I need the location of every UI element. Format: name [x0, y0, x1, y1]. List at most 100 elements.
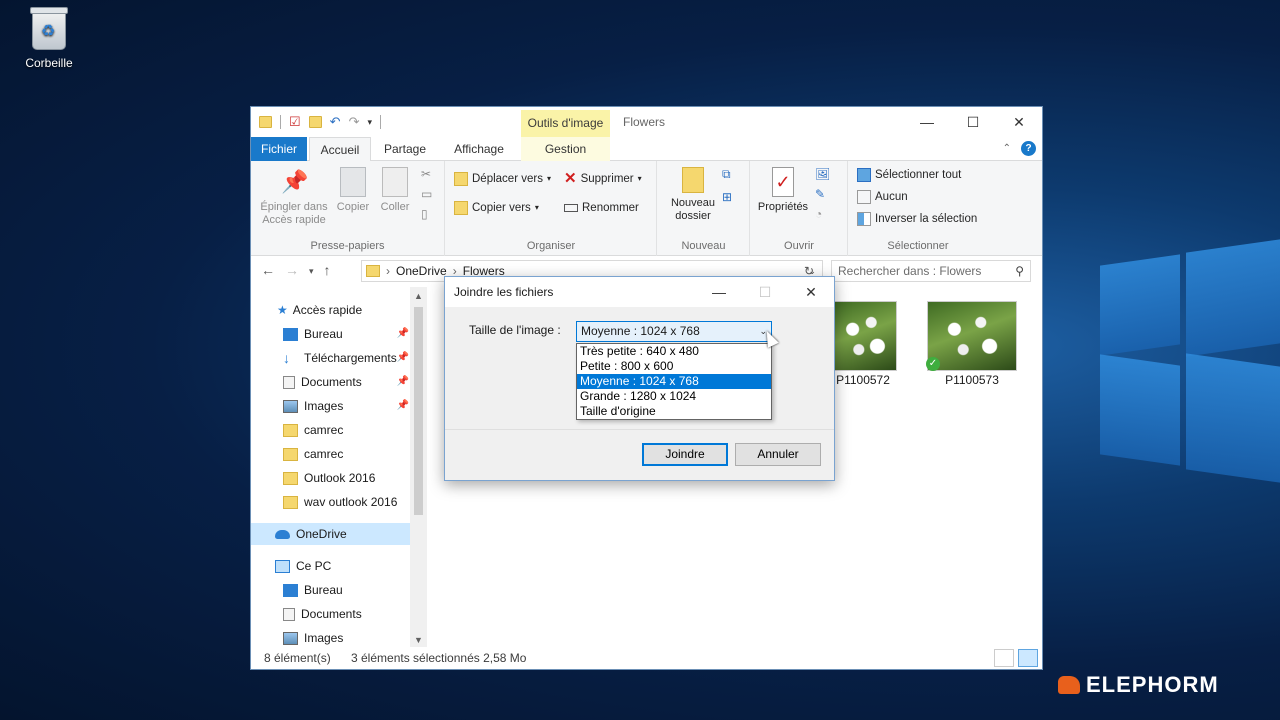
dialog-maximize-button[interactable]: ☐	[742, 277, 788, 307]
ribbon-home: 📌 Épingler dans Accès rapide Copier Coll…	[251, 161, 1042, 256]
open-group: ✓ Propriétés 🖼 ✎ ◔ Ouvrir	[751, 161, 848, 256]
nav-item-outlook-2016[interactable]: Outlook 2016	[283, 467, 411, 489]
organize-group: Déplacer vers ▾ Copier vers ▾ ✕ Supprimer ▾…	[446, 161, 657, 256]
large-icons-view-button[interactable]	[1018, 649, 1038, 667]
attach-button[interactable]: Joindre	[642, 443, 728, 466]
nav-pc-documents[interactable]: Documents	[283, 603, 411, 625]
easy-access-icon[interactable]: ⊞	[722, 190, 732, 204]
dialog-close-button[interactable]: ✕	[788, 277, 834, 307]
new-item-icon[interactable]: ⧉	[722, 167, 732, 182]
copy-to-button[interactable]: Copier vers ▾	[454, 198, 539, 218]
nav-item-bureau[interactable]: Bureau 📌	[283, 323, 411, 345]
history-icon[interactable]: ◔	[815, 207, 830, 221]
new-folder-button[interactable]: Nouveau dossier	[664, 167, 722, 223]
redo-icon[interactable]: ↷	[349, 114, 360, 130]
folder-icon	[283, 471, 298, 485]
rename-button[interactable]: Renommer	[564, 198, 639, 218]
recycle-bin-desktop-icon[interactable]: ♻ Corbeille	[18, 7, 80, 70]
select-all-button[interactable]: Sélectionner tout	[857, 165, 961, 185]
paste-shortcut-icon[interactable]: ▯	[421, 207, 432, 221]
invert-selection-icon	[857, 212, 871, 226]
nav-item-downloads[interactable]: ↓ Téléchargements 📌	[283, 347, 411, 369]
option-original[interactable]: Taille d'origine	[577, 404, 771, 419]
select-group: Sélectionner tout Aucun Inverser la séle…	[849, 161, 987, 256]
invert-selection-button[interactable]: Inverser la sélection	[857, 209, 977, 229]
delete-button[interactable]: ✕ Supprimer ▾	[564, 169, 642, 189]
tab-view[interactable]: Affichage	[441, 137, 517, 161]
pictures-icon	[283, 399, 298, 413]
pin-quick-access-button[interactable]: 📌 Épingler dans Accès rapide	[257, 167, 331, 227]
dialog-minimize-button[interactable]: —	[696, 277, 742, 307]
tab-manage[interactable]: Gestion	[521, 137, 610, 161]
image-size-select[interactable]: Moyenne : 1024 x 768 ⌄	[576, 321, 772, 342]
tab-home[interactable]: Accueil	[309, 137, 371, 162]
nav-item-documents[interactable]: Documents 📌	[283, 371, 411, 393]
collapse-ribbon-icon[interactable]: ⌃	[1003, 143, 1011, 154]
breadcrumb-onedrive[interactable]: OneDrive	[396, 264, 447, 278]
item-count: 8 élément(s)	[264, 651, 331, 665]
undo-icon[interactable]: ↶	[330, 114, 341, 130]
tab-share[interactable]: Partage	[375, 137, 435, 161]
new-folder-icon[interactable]	[308, 116, 322, 128]
minimize-button[interactable]: —	[904, 107, 950, 137]
nav-item-wav-outlook-2016[interactable]: wav outlook 2016	[283, 491, 411, 513]
pin-icon: 📌	[281, 169, 309, 194]
maximize-button[interactable]: ☐	[950, 107, 996, 137]
option-medium[interactable]: Moyenne : 1024 x 768	[577, 374, 771, 389]
up-arrow-icon[interactable]: ↑	[324, 262, 331, 280]
documents-icon	[283, 607, 295, 621]
scroll-thumb[interactable]	[414, 307, 423, 515]
option-large[interactable]: Grande : 1280 x 1024	[577, 389, 771, 404]
details-view-button[interactable]	[994, 649, 1014, 667]
nav-scrollbar[interactable]: ▲ ▼	[410, 287, 427, 649]
forward-arrow-icon[interactable]: →	[285, 262, 299, 280]
nav-pc-bureau[interactable]: Bureau	[283, 579, 411, 601]
file-thumbnail[interactable]	[927, 301, 1017, 371]
tab-file[interactable]: Fichier	[251, 137, 307, 161]
pin-icon: 📌	[396, 328, 409, 339]
cut-icon[interactable]: ✂	[421, 167, 432, 181]
option-very-small[interactable]: Très petite : 640 x 480	[577, 344, 771, 359]
close-button[interactable]: ✕	[996, 107, 1042, 137]
download-arrow-icon: ↓	[283, 349, 290, 366]
cloud-icon	[275, 529, 290, 539]
folder-icon	[283, 447, 298, 461]
wallpaper-logo	[1040, 200, 1280, 640]
edit-icon[interactable]: ✎	[815, 187, 830, 201]
search-input[interactable]: Rechercher dans : Flowers ⚲	[831, 260, 1031, 282]
select-group-label: Sélectionner	[887, 240, 949, 252]
open-group-label: Ouvrir	[784, 240, 814, 252]
help-icon[interactable]: ?	[1021, 141, 1036, 156]
move-to-button[interactable]: Déplacer vers ▾	[454, 169, 551, 189]
folder-icon	[259, 116, 272, 128]
back-arrow-icon[interactable]: ←	[261, 262, 275, 280]
customize-qat-icon[interactable]: ▾	[367, 117, 372, 128]
select-none-button[interactable]: Aucun	[857, 187, 908, 207]
image-size-label: Taille de l'image :	[469, 323, 561, 337]
nav-quick-access[interactable]: ★ Accès rapide	[277, 299, 427, 321]
recent-locations-icon[interactable]: ▾	[309, 262, 314, 280]
properties-check-icon[interactable]: ☑	[289, 114, 301, 130]
paste-button[interactable]: Coller	[375, 167, 415, 214]
nav-item-camrec-2[interactable]: camrec	[283, 443, 411, 465]
scroll-up-icon[interactable]: ▲	[410, 291, 427, 301]
nav-onedrive[interactable]: OneDrive	[251, 523, 410, 545]
elephant-logo-icon	[1058, 676, 1080, 694]
pin-icon: 📌	[396, 352, 409, 363]
copy-path-icon[interactable]: ▭	[421, 187, 432, 201]
nav-item-camrec-1[interactable]: camrec	[283, 419, 411, 441]
option-small[interactable]: Petite : 800 x 600	[577, 359, 771, 374]
nav-pc-images[interactable]: Images	[283, 627, 411, 649]
scroll-down-icon[interactable]: ▼	[410, 635, 427, 645]
nav-item-images[interactable]: Images 📌	[283, 395, 411, 417]
sync-check-icon: ✓	[926, 357, 940, 371]
properties-button[interactable]: ✓ Propriétés	[755, 167, 811, 214]
nav-this-pc[interactable]: Ce PC	[275, 555, 427, 577]
image-tools-header: Outils d'image	[521, 110, 610, 137]
cancel-button[interactable]: Annuler	[735, 443, 821, 466]
properties-icon: ✓	[772, 167, 794, 197]
file-thumbnail[interactable]	[833, 301, 897, 371]
copy-button[interactable]: Copier	[333, 167, 373, 214]
open-icon[interactable]: 🖼	[815, 167, 830, 181]
select-all-icon	[857, 168, 871, 182]
